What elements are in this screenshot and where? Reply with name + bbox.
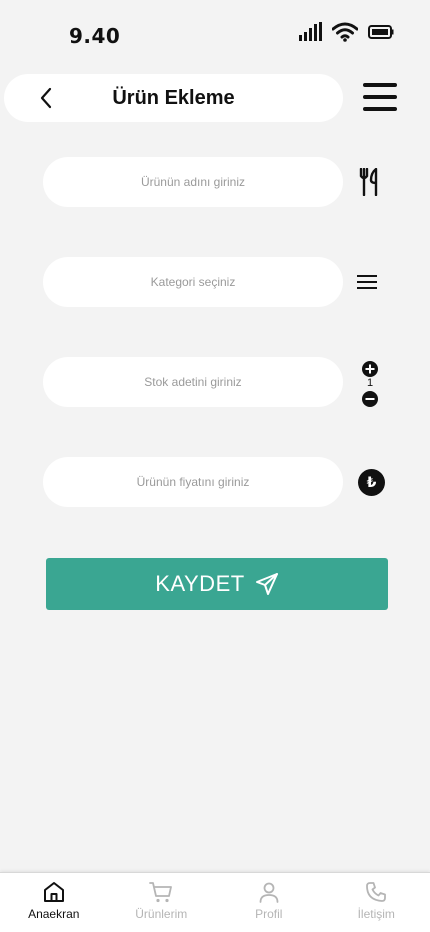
lira-icon: ₺ (358, 469, 385, 496)
product-name-input[interactable] (43, 157, 343, 207)
nav-item-profil[interactable]: Profil (215, 873, 323, 932)
fork-knife-icon (359, 168, 378, 196)
nav-label: Anaekran (28, 907, 80, 921)
header-bar: Ürün Ekleme (4, 74, 343, 122)
stock-stepper-value: 1 (366, 377, 374, 389)
nav-label: Ürünlerim (135, 907, 188, 921)
status-icons (298, 22, 394, 42)
menu-button[interactable] (362, 82, 398, 112)
phone-icon (366, 882, 387, 902)
plus-circle-icon[interactable] (361, 361, 379, 377)
wifi-icon (332, 22, 358, 42)
save-button-label: KAYDET (155, 571, 245, 596)
stock-input[interactable] (43, 357, 343, 407)
battery-icon (368, 25, 394, 39)
user-icon (259, 882, 279, 903)
signal-icon (299, 22, 322, 41)
send-icon (255, 573, 278, 595)
cart-icon (149, 882, 173, 903)
price-input[interactable] (43, 457, 343, 507)
nav-label: Profil (255, 907, 283, 921)
bottom-nav: Anaekran Ürünlerim Profil İletişim (0, 872, 430, 932)
list-icon[interactable] (356, 274, 378, 290)
home-icon (43, 882, 64, 902)
minus-circle-icon[interactable] (361, 391, 379, 407)
category-select[interactable] (43, 257, 343, 307)
nav-label: İletişim (357, 907, 395, 921)
stock-stepper: 1 (361, 361, 379, 409)
status-time: 9.40 (69, 24, 121, 48)
page-title: Ürün Ekleme (112, 87, 235, 109)
nav-item-urunlerim[interactable]: Ürünlerim (108, 873, 216, 932)
nav-item-anaekran[interactable]: Anaekran (0, 873, 108, 932)
hamburger-menu-icon (363, 83, 397, 111)
save-button[interactable]: KAYDET (46, 558, 388, 610)
nav-item-iletisim[interactable]: İletişim (323, 873, 430, 932)
